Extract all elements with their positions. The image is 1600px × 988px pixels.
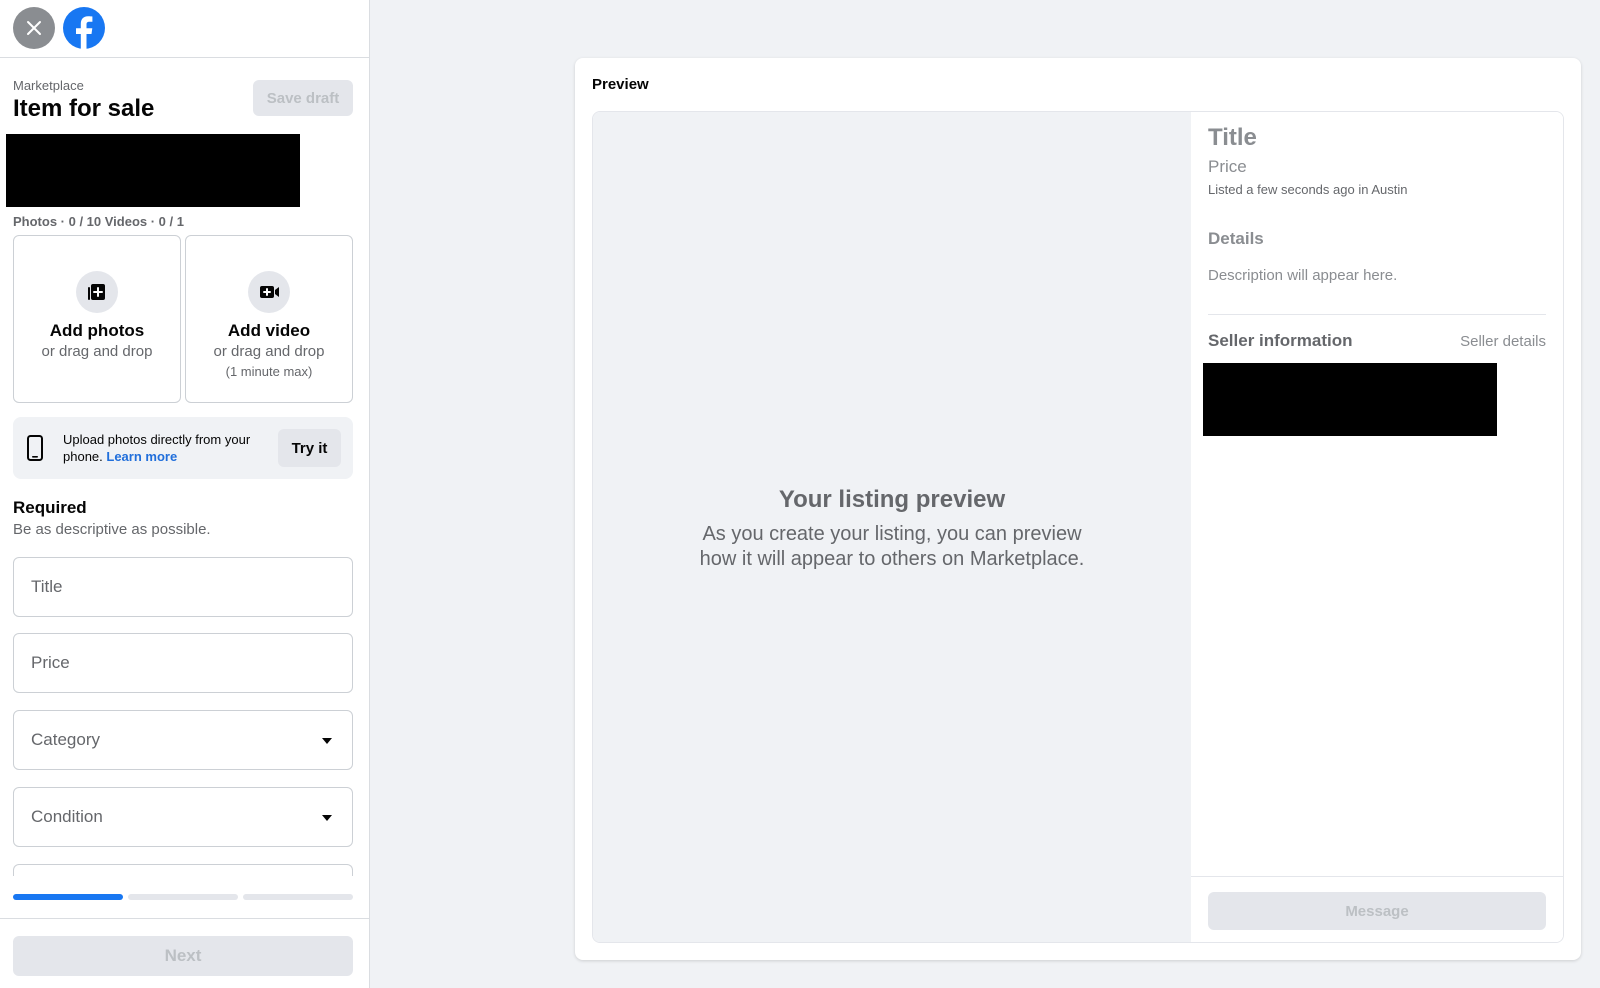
add-photos-button[interactable]: Add photos or drag and drop [13,235,181,403]
preview-details-heading: Details [1208,229,1264,248]
chevron-down-icon [322,815,332,821]
category-input[interactable] [14,711,352,769]
media-count: Photos · 0 / 10 Videos · 0 / 1 [13,214,184,229]
preview-card: Preview Your listing preview As you crea… [575,58,1581,960]
preview-image-area: Your listing preview As you create your … [593,112,1191,942]
close-icon [27,21,41,35]
composer-header: Marketplace Item for sale Save draft [13,78,353,123]
preview-title: Title [1208,124,1257,151]
chevron-down-icon [322,738,332,744]
seller-info-heading: Seller information [1208,331,1353,350]
preview-divider [1208,314,1546,315]
progress-step-2 [128,894,238,900]
add-video-button[interactable]: Add video or drag and drop (1 minute max… [185,235,353,403]
close-button[interactable] [13,7,55,49]
price-input[interactable] [14,634,352,692]
condition-select[interactable] [13,787,353,847]
add-video-subtitle: or drag and drop [213,343,325,360]
price-field[interactable] [13,633,353,693]
learn-more-link[interactable]: Learn more [106,449,177,464]
redacted-seller-block [6,134,300,207]
title-input[interactable] [14,558,352,616]
facebook-logo-icon[interactable] [63,7,105,49]
phone-upload-tip: Upload photos directly from your phone. … [13,417,353,479]
step-progress [13,894,353,900]
preview-listed-time: Listed a few seconds ago in Austin [1208,182,1408,197]
add-video-icon [248,271,290,313]
preview-price: Price [1208,157,1247,176]
phone-icon [27,435,43,461]
required-subtitle: Be as descriptive as possible. [13,521,211,538]
add-photos-subtitle: or drag and drop [41,343,153,360]
next-button[interactable]: Next [13,936,353,976]
footer-divider [0,918,370,919]
preview-details: Title Price Listed a few seconds ago in … [1191,112,1563,942]
add-video-note: (1 minute max) [225,364,313,379]
progress-step-1 [13,894,123,900]
save-draft-button[interactable]: Save draft [253,80,353,116]
try-it-button[interactable]: Try it [278,429,341,467]
redacted-seller-info [1203,363,1497,436]
add-video-title: Add video [227,321,311,340]
preview-subtext: As you create your listing, you can prev… [699,523,1085,570]
preview-label: Preview [592,76,649,93]
phone-tip-text: Upload photos directly from your phone. … [63,431,273,465]
top-bar [0,0,369,58]
listing-preview: Your listing preview As you create your … [592,111,1564,943]
title-field[interactable] [13,557,353,617]
preview-footer-divider [1191,876,1563,877]
message-button[interactable]: Message [1208,892,1546,930]
add-photo-icon [76,271,118,313]
condition-input[interactable] [14,788,352,846]
composer-sidebar: Marketplace Item for sale Save draft Pho… [0,0,370,988]
required-heading: Required [13,498,87,517]
next-field-partial[interactable] [13,864,353,876]
category-select[interactable] [13,710,353,770]
seller-details-link[interactable]: Seller details [1460,333,1546,350]
progress-step-3 [243,894,353,900]
add-photos-title: Add photos [49,321,145,340]
preview-description: Description will appear here. [1208,267,1398,284]
preview-heading: Your listing preview [778,486,1006,513]
